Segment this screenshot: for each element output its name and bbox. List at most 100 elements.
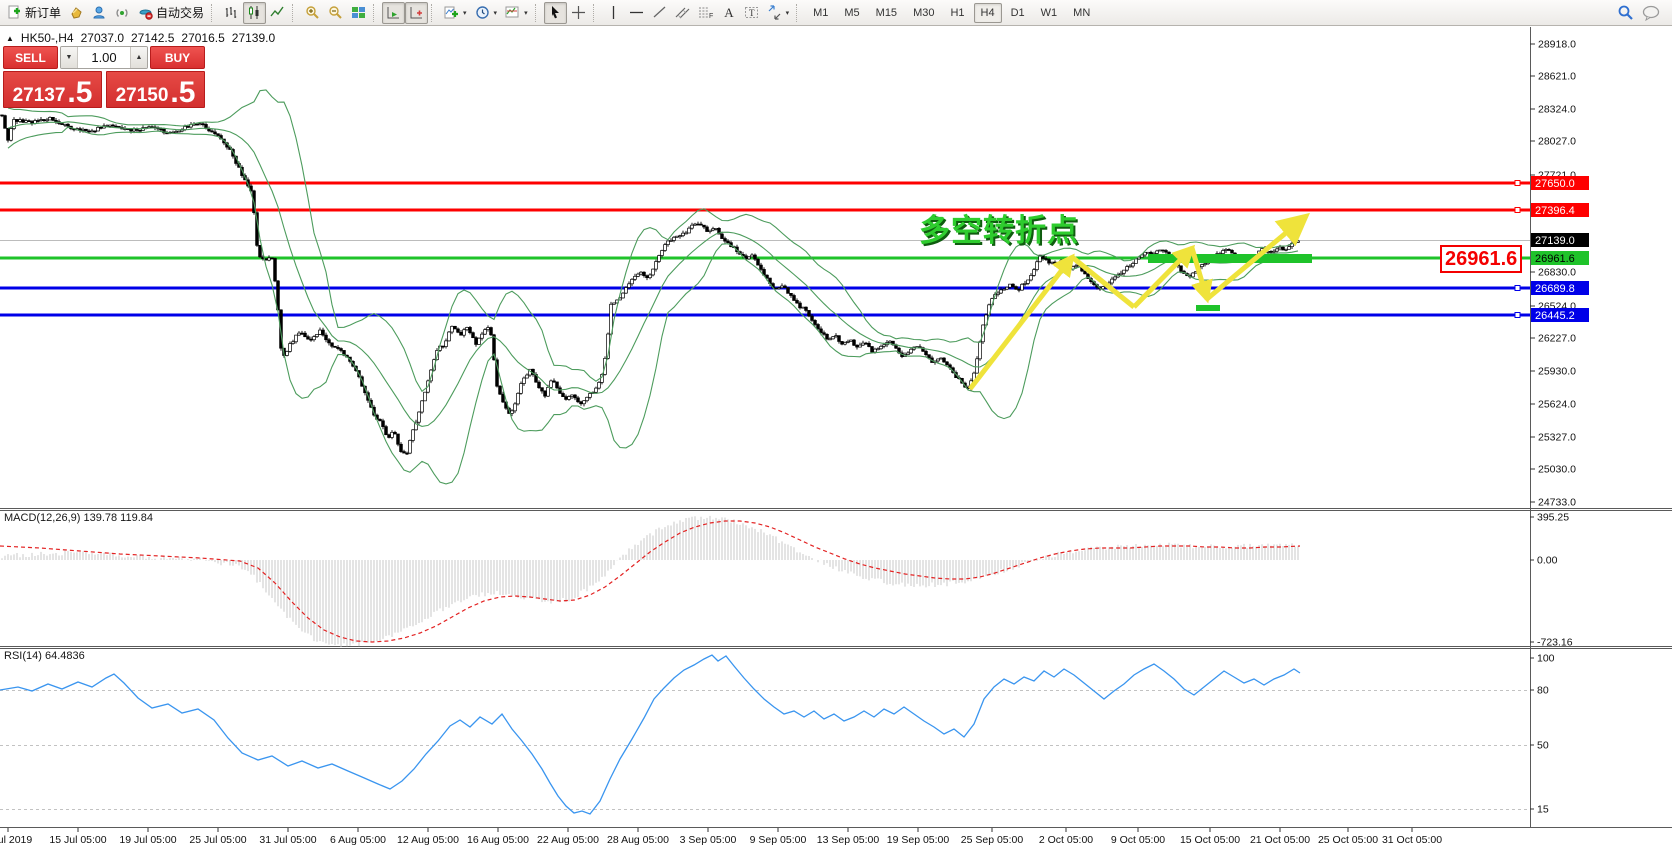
date-label: 3 Sep 05:00 xyxy=(680,834,737,846)
price-axis-tick: 28324.0 xyxy=(1538,104,1576,116)
arrows-tool-button[interactable]: ▾ xyxy=(763,2,794,24)
buy-price-fraction: .5 xyxy=(170,76,196,109)
fibonacci-icon: F xyxy=(698,7,713,20)
date-label: 25 Jul 05:00 xyxy=(189,834,246,846)
date-label: 19 Jul 05:00 xyxy=(119,834,176,846)
timeframe-button-m1[interactable]: M1 xyxy=(806,3,835,23)
toolbar-separator xyxy=(796,3,802,22)
price-axis-tick: 25930.0 xyxy=(1538,366,1576,378)
timeframe-button-m30[interactable]: M30 xyxy=(906,3,941,23)
line-handle[interactable] xyxy=(1514,180,1521,186)
buy-price-main: 27150 xyxy=(115,85,169,106)
fibonacci-tool-button[interactable]: F xyxy=(694,2,717,24)
date-label: 19 Sep 05:00 xyxy=(887,834,950,846)
label-tool-button[interactable]: T xyxy=(740,2,763,24)
sell-price-main: 27137 xyxy=(12,85,66,106)
horizontal-line-tool-button[interactable] xyxy=(625,2,648,24)
chart-canvas[interactable]: 28918.028621.028324.028027.027721.026830… xyxy=(0,0,1672,862)
community-button[interactable] xyxy=(88,2,111,24)
bar-chart-mode-button[interactable] xyxy=(220,2,243,24)
date-label: 9 Oct 05:00 xyxy=(1111,834,1165,846)
volume-increase-button[interactable]: ▲ xyxy=(130,47,147,68)
price-axis-tick: 26227.0 xyxy=(1538,333,1576,345)
sell-button[interactable]: SELL xyxy=(3,46,58,69)
indicators-button[interactable]: ▾ xyxy=(440,2,471,24)
dropdown-caret-icon: ▾ xyxy=(493,9,498,17)
toolbar-separator xyxy=(592,3,599,22)
sell-price-display[interactable]: 27137 .5 xyxy=(3,71,102,108)
volume-decrease-button[interactable]: ▼ xyxy=(61,47,78,68)
buy-price-display[interactable]: 27150 .5 xyxy=(106,71,205,108)
new-order-button[interactable]: 新订单 xyxy=(3,2,65,24)
macd-histogram xyxy=(1,515,1299,647)
equidistant-channel-icon xyxy=(675,7,690,19)
candlestick-mode-button[interactable] xyxy=(243,1,267,24)
timeframe-button-w1[interactable]: W1 xyxy=(1034,3,1065,23)
trendline-icon xyxy=(653,6,666,18)
trendline-tool-button[interactable] xyxy=(648,2,671,24)
date-label: 31 Oct 05:00 xyxy=(1382,834,1442,846)
price-axis-tick: 24733.0 xyxy=(1538,497,1576,509)
line-chart-mode-button[interactable] xyxy=(266,2,289,24)
date-label: 9 Sep 05:00 xyxy=(750,834,807,846)
svg-text:T: T xyxy=(749,8,755,18)
vertical-line-tool-button[interactable] xyxy=(602,2,625,24)
price-axis-tick: 25327.0 xyxy=(1538,432,1576,444)
tile-windows-button[interactable] xyxy=(347,2,370,24)
chart-shift-button[interactable] xyxy=(405,1,429,24)
axis-price-label-text: 27396.4 xyxy=(1535,205,1575,217)
timeframe-button-h1[interactable]: H1 xyxy=(943,3,971,23)
text-label-icon: T xyxy=(744,7,758,18)
auto-trading-button[interactable]: 自动交易 xyxy=(134,2,208,24)
one-click-trading-panel: SELL ▼ ▲ BUY 27137 .5 27150 .5 xyxy=(3,46,205,108)
signals-icon xyxy=(116,9,128,17)
date-label: 22 Aug 05:00 xyxy=(537,834,599,846)
date-label: 16 Aug 05:00 xyxy=(467,834,529,846)
timeframe-button-h4[interactable]: H4 xyxy=(973,2,1002,23)
timeframe-button-mn[interactable]: MN xyxy=(1066,3,1097,23)
line-handle[interactable] xyxy=(1514,312,1521,318)
volume-input[interactable] xyxy=(78,47,130,68)
chat-icon[interactable] xyxy=(1642,5,1661,21)
tile-windows-icon xyxy=(352,7,366,18)
timeframe-button-d1[interactable]: D1 xyxy=(1004,3,1032,23)
crosshair-tool-button[interactable] xyxy=(567,2,590,24)
horizontal-line-icon xyxy=(629,11,643,14)
price-axis-tick: 28027.0 xyxy=(1538,136,1576,148)
market-button[interactable] xyxy=(65,2,88,24)
dropdown-caret-icon: ▾ xyxy=(785,9,790,17)
periods-button[interactable]: ▾ xyxy=(471,2,502,24)
date-label: 2 Oct 05:00 xyxy=(1039,834,1093,846)
templates-icon xyxy=(505,6,519,18)
buy-button[interactable]: BUY xyxy=(150,46,205,69)
ohlc-high: 27142.5 xyxy=(131,31,175,45)
new-order-label: 新订单 xyxy=(25,6,62,20)
signals-button[interactable] xyxy=(111,2,134,24)
search-icon[interactable] xyxy=(1617,4,1634,21)
turning-point-annotation: 多空转折点 xyxy=(919,213,1079,248)
main-toolbar: 新订单 自动交易 ▾ ▾ ▾ F A T ▾ M1 M5 M15 M30 H1 … xyxy=(0,0,1672,26)
templates-button[interactable]: ▾ xyxy=(501,2,532,24)
date-label: 25 Oct 05:00 xyxy=(1318,834,1378,846)
date-label: 9 Jul 2019 xyxy=(0,834,32,846)
timeframe-button-m5[interactable]: M5 xyxy=(837,3,866,23)
text-icon: A xyxy=(724,5,734,20)
line-handle[interactable] xyxy=(1514,285,1521,291)
chart-ohlc-header: ▲ HK50-,H4 27037.0 27142.5 27016.5 27139… xyxy=(6,31,275,45)
dropdown-caret-icon: ▾ xyxy=(524,9,528,17)
timeframe-button-m15[interactable]: M15 xyxy=(869,3,904,23)
sell-price-fraction: .5 xyxy=(67,76,93,109)
text-tool-button[interactable]: A xyxy=(717,2,740,24)
line-handle[interactable] xyxy=(1514,207,1521,213)
toolbar-separator xyxy=(373,3,379,22)
zoom-out-button[interactable] xyxy=(324,2,347,24)
zoom-in-button[interactable] xyxy=(301,2,324,24)
indicators-icon xyxy=(444,6,459,19)
cursor-tool-button[interactable] xyxy=(543,1,567,24)
date-label: 31 Jul 05:00 xyxy=(259,834,316,846)
indicator-axis-tick: 80 xyxy=(1537,685,1549,697)
price-axis-tick: 28621.0 xyxy=(1538,71,1576,83)
auto-scroll-icon xyxy=(387,7,400,19)
auto-scroll-button[interactable] xyxy=(382,1,406,24)
channel-tool-button[interactable] xyxy=(671,2,694,24)
